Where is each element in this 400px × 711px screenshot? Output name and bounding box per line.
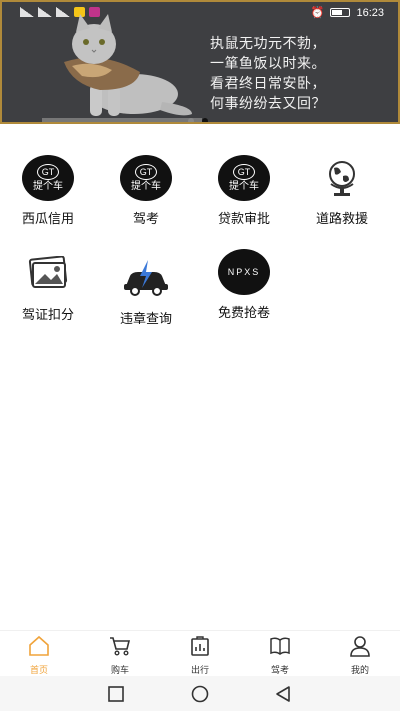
tab-label: 首页 bbox=[29, 666, 48, 676]
tab-label: 我的 bbox=[350, 666, 369, 676]
service-label: 违章查询 bbox=[119, 312, 172, 327]
battery-icon bbox=[330, 8, 351, 17]
tab-label: 购车 bbox=[110, 666, 129, 676]
recent-apps-square-icon[interactable] bbox=[107, 685, 125, 703]
service-xigua-credit[interactable]: GT 提个车 西瓜信用 bbox=[8, 154, 88, 227]
tab-label: 出行 bbox=[190, 666, 209, 676]
bottom-tab-bar: 首页 购车 出行 驾考 我的 bbox=[0, 630, 400, 676]
cat-image bbox=[42, 14, 202, 122]
signal-icon bbox=[20, 7, 34, 17]
poem-line: 看君终日常安卧， bbox=[210, 76, 326, 92]
logo-text: 提个车 bbox=[229, 181, 259, 192]
status-icons-right: ⏰ 16:23 bbox=[310, 6, 384, 20]
service-road-rescue[interactable]: 道路救援 bbox=[302, 154, 382, 227]
system-nav-bar bbox=[0, 676, 400, 711]
tigechei-logo-icon: GT 提个车 bbox=[21, 154, 75, 202]
carousel-dot[interactable] bbox=[188, 118, 194, 122]
tab-buy-car[interactable]: 购车 bbox=[90, 635, 150, 676]
user-icon bbox=[350, 636, 370, 657]
tab-label: 驾考 bbox=[270, 666, 289, 676]
tigechei-logo-icon: GT 提个车 bbox=[119, 154, 173, 202]
back-triangle-icon[interactable] bbox=[274, 685, 292, 703]
tab-travel[interactable]: 出行 bbox=[170, 635, 230, 676]
poem-line: 何事纷纷去又回？ bbox=[210, 96, 326, 112]
photo-icon bbox=[21, 250, 75, 298]
car-bolt-icon bbox=[119, 254, 173, 302]
status-time: 16:23 bbox=[356, 6, 384, 19]
logo-text: 提个车 bbox=[33, 181, 63, 192]
service-label: 西瓜信用 bbox=[21, 212, 74, 227]
service-license-points[interactable]: 驾证扣分 bbox=[8, 250, 88, 323]
tigechei-logo-icon: GT 提个车 bbox=[217, 154, 271, 202]
carousel-indicator bbox=[188, 118, 208, 122]
globe-icon bbox=[315, 154, 369, 202]
app-screen: ⏰ 16:23 执鼠无功元不勃， 一箪鱼饭以时来。 看君终日常安卧， 何事纷纷去… bbox=[0, 0, 400, 711]
service-loan-approval[interactable]: GT 提个车 贷款审批 bbox=[204, 154, 284, 227]
cart-icon bbox=[110, 637, 131, 656]
service-free-coupon[interactable]: NPXS 免费抢卷 bbox=[204, 248, 284, 321]
service-label: 驾证扣分 bbox=[21, 308, 74, 323]
poem-line: 一箪鱼饭以时来。 bbox=[210, 56, 326, 72]
logo-text: NPXS bbox=[227, 266, 261, 277]
book-icon bbox=[270, 637, 290, 655]
home-icon bbox=[29, 635, 49, 656]
poem-line: 执鼠无功元不勃， bbox=[210, 36, 326, 52]
service-violation-query[interactable]: 违章查询 bbox=[106, 254, 186, 327]
service-label: 贷款审批 bbox=[217, 212, 270, 227]
home-circle-icon[interactable] bbox=[191, 685, 209, 703]
tab-mine[interactable]: 我的 bbox=[330, 635, 390, 676]
carousel-dot-active[interactable] bbox=[202, 118, 208, 122]
service-driving-test[interactable]: GT 提个车 驾考 bbox=[106, 154, 186, 227]
service-label: 道路救援 bbox=[315, 212, 368, 227]
tab-home[interactable]: 首页 bbox=[9, 635, 69, 676]
banner-poem: 执鼠无功元不勃， 一箪鱼饭以时来。 看君终日常安卧， 何事纷纷去又回？ bbox=[210, 34, 326, 114]
logo-text: 提个车 bbox=[131, 181, 161, 192]
alarm-icon: ⏰ bbox=[310, 7, 325, 19]
banner-carousel[interactable]: ⏰ 16:23 执鼠无功元不勃， 一箪鱼饭以时来。 看君终日常安卧， 何事纷纷去… bbox=[0, 0, 400, 124]
service-label: 免费抢卷 bbox=[217, 306, 270, 321]
service-label: 驾考 bbox=[132, 212, 159, 227]
chart-bag-icon bbox=[191, 636, 209, 656]
npxs-logo-icon: NPXS bbox=[217, 248, 271, 296]
tab-driving-test[interactable]: 驾考 bbox=[250, 635, 310, 676]
